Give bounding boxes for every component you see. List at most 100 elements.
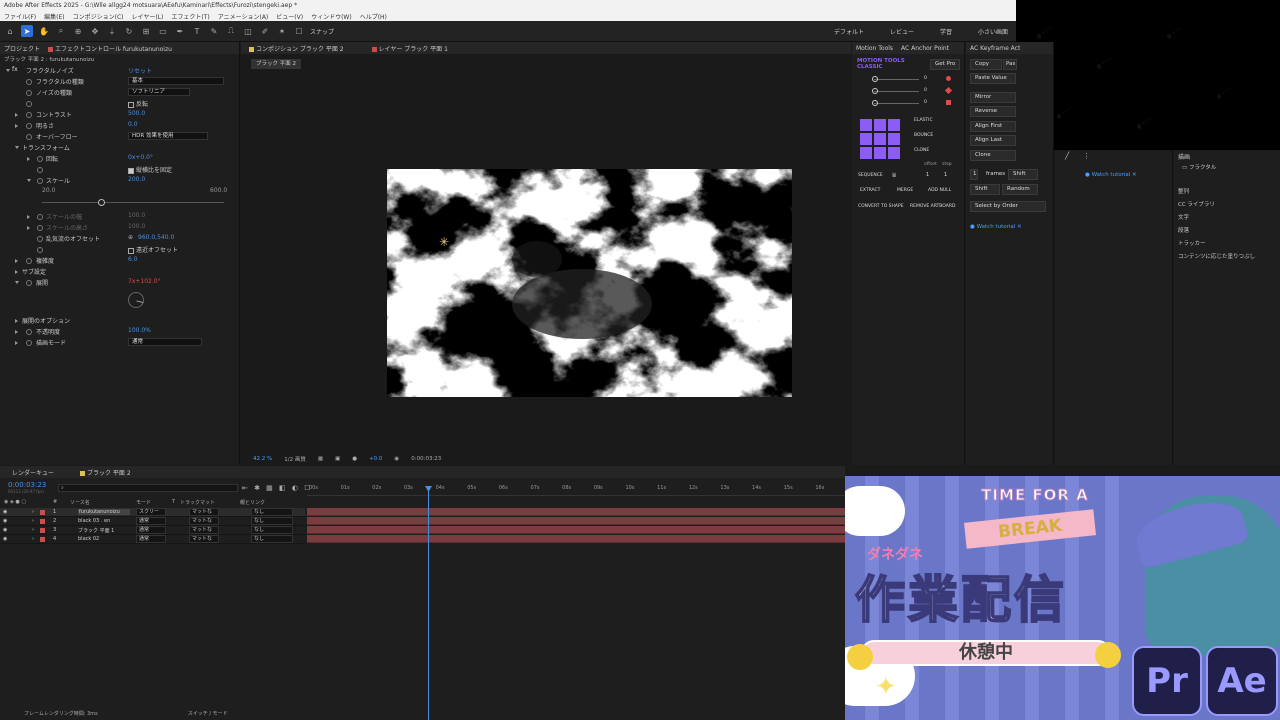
menu-edit[interactable]: 編集(E) bbox=[44, 12, 64, 21]
snap-label[interactable]: スナップ bbox=[310, 27, 334, 36]
menu-animation[interactable]: アニメーション(A) bbox=[218, 12, 269, 21]
stopwatch-icon[interactable] bbox=[37, 178, 43, 184]
workspace-default[interactable]: デフォルト bbox=[834, 27, 864, 36]
layer-row[interactable]: ◉ › 4 black 02 通常 マットな なし bbox=[0, 535, 305, 544]
prop-evolution-options[interactable]: 展開のオプション bbox=[0, 316, 232, 327]
twirl-icon[interactable] bbox=[15, 113, 18, 117]
panel-align[interactable]: 整列 bbox=[1178, 186, 1255, 199]
zoom-tool-icon[interactable]: ⌕ bbox=[55, 25, 67, 37]
stopwatch-icon[interactable] bbox=[26, 101, 32, 107]
selection-tool-icon[interactable]: ➤ bbox=[21, 25, 33, 37]
anchor-cell[interactable] bbox=[888, 119, 900, 131]
stopwatch-icon[interactable] bbox=[26, 90, 32, 96]
extract-button[interactable]: EXTRACT bbox=[860, 188, 880, 193]
twirl-icon[interactable] bbox=[15, 281, 19, 284]
snapshot-icon[interactable]: ◉ bbox=[394, 456, 399, 462]
rotate-tool-icon[interactable]: ↻ bbox=[123, 25, 135, 37]
anchor-cell[interactable] bbox=[860, 119, 872, 131]
anchor-cell[interactable] bbox=[874, 119, 886, 131]
snap-icon[interactable]: ☐ bbox=[293, 25, 305, 37]
workspace-learn[interactable]: 学習 bbox=[940, 27, 952, 36]
shift-button-2[interactable]: Shift bbox=[970, 184, 1000, 195]
bounce-button[interactable]: BOUNCE bbox=[914, 133, 933, 138]
layer-mode-select[interactable]: 通常 bbox=[136, 517, 166, 525]
get-pro-button[interactable]: Get Pro bbox=[930, 59, 961, 70]
anchor-cell[interactable] bbox=[860, 147, 872, 159]
home-icon[interactable]: ⌂ bbox=[4, 25, 16, 37]
tab-render-queue[interactable]: レンダーキュー bbox=[12, 468, 54, 477]
stopwatch-icon[interactable] bbox=[26, 134, 32, 140]
stopwatch-icon[interactable] bbox=[26, 280, 32, 286]
prop-transform[interactable]: トランスフォーム bbox=[0, 143, 232, 154]
timeline-switch-icons[interactable]: ⇤ ✱ ▦ ◧ ◐ ☐ bbox=[242, 484, 312, 492]
comp-viewer[interactable]: ✳ bbox=[387, 169, 792, 397]
anchor-cell[interactable] bbox=[874, 147, 886, 159]
layer-name[interactable]: black 03 . en bbox=[78, 518, 130, 524]
library-header-label[interactable]: 描画 bbox=[1178, 152, 1190, 161]
shift-button-1[interactable]: Shift bbox=[1008, 169, 1038, 180]
remove-artboard-button[interactable]: REMOVE ARTBOARD bbox=[910, 204, 955, 209]
twirl-icon[interactable] bbox=[15, 259, 18, 263]
label-color[interactable] bbox=[40, 519, 45, 524]
twirl-icon[interactable] bbox=[15, 124, 18, 128]
twirl-icon[interactable]: › bbox=[32, 536, 34, 542]
panel-content-aware-fill[interactable]: コンテンツに応じた塗りつぶし bbox=[1178, 251, 1255, 264]
complexity-value[interactable]: 6.0 bbox=[128, 256, 138, 263]
twirl-icon[interactable] bbox=[15, 330, 18, 334]
contrast-value[interactable]: 500.0 bbox=[128, 110, 145, 117]
timeline-timecode[interactable]: 0:00:03:23 bbox=[8, 481, 46, 489]
layer-bar[interactable] bbox=[307, 535, 845, 543]
perspective-offset-checkbox[interactable] bbox=[128, 247, 134, 254]
resolution-select[interactable]: 1/2 画質 bbox=[284, 455, 306, 463]
twirl-icon[interactable] bbox=[27, 157, 30, 161]
layer-row[interactable]: ◉ › 2 black 03 . en 通常 マットな なし bbox=[0, 517, 305, 526]
layer-matte-select[interactable]: マットな bbox=[189, 517, 219, 525]
paste-value-button[interactable]: Paste Value bbox=[970, 73, 1016, 84]
layer-parent-select[interactable]: なし bbox=[251, 535, 293, 543]
brush-tool-icon[interactable]: ✎ bbox=[208, 25, 220, 37]
clone-button[interactable]: CLONE bbox=[914, 148, 929, 153]
sequence-icon[interactable]: ⩸ bbox=[892, 171, 896, 180]
rectangle-tool-icon[interactable]: ▭ bbox=[157, 25, 169, 37]
twirl-icon[interactable] bbox=[27, 179, 31, 182]
stopwatch-icon[interactable] bbox=[26, 112, 32, 118]
step-value[interactable]: 1 bbox=[944, 172, 947, 178]
layer-matte-select[interactable]: マットな bbox=[189, 526, 219, 534]
stopwatch-icon[interactable] bbox=[37, 156, 43, 162]
menu-effect[interactable]: エフェクト(T) bbox=[171, 12, 209, 21]
library-item-fractal[interactable]: ▭ フラクタル bbox=[1174, 162, 1280, 172]
panel-paragraph[interactable]: 段落 bbox=[1178, 225, 1255, 238]
slider-track[interactable] bbox=[874, 103, 919, 104]
twirl-icon[interactable] bbox=[27, 226, 30, 230]
elastic-button[interactable]: ELASTIC bbox=[914, 118, 933, 123]
stopwatch-icon[interactable] bbox=[37, 225, 43, 231]
channel-icon[interactable]: ● bbox=[352, 456, 357, 462]
blending-mode-select[interactable]: 通常 bbox=[128, 338, 202, 346]
tab-composition[interactable]: コンポジション ブラック 平面 2 bbox=[249, 44, 344, 53]
roto-brush-icon[interactable]: ✐ bbox=[259, 25, 271, 37]
layer-bar[interactable] bbox=[307, 526, 845, 534]
tab-timeline-comp[interactable]: ブラック 平面 2 bbox=[80, 468, 131, 477]
toggle-switches-modes[interactable]: スイッチ / モード bbox=[188, 710, 228, 720]
reverse-button[interactable]: Reverse bbox=[970, 106, 1016, 117]
stopwatch-icon[interactable] bbox=[37, 247, 43, 253]
type-tool-icon[interactable]: T bbox=[191, 25, 203, 37]
hand-tool-icon[interactable]: ✋ bbox=[38, 25, 50, 37]
slider-track[interactable] bbox=[874, 91, 919, 92]
layer-parent-select[interactable]: なし bbox=[251, 508, 293, 516]
copy-button[interactable]: Copy bbox=[970, 59, 1002, 70]
reset-link[interactable]: リセット bbox=[128, 66, 152, 75]
panel-cc-libraries[interactable]: CC ライブラリ bbox=[1178, 199, 1255, 212]
eye-icon[interactable]: ◉ bbox=[3, 536, 7, 542]
watch-tutorial-link[interactable]: ● Watch tutorial ✕ bbox=[970, 224, 1022, 230]
turbulence-offset-value[interactable]: 960.0,540.0 bbox=[138, 234, 174, 241]
prop-fractal-noise[interactable]: fx フラクタルノイズ リセット bbox=[0, 66, 232, 77]
layer-parent-select[interactable]: なし bbox=[251, 526, 293, 534]
layer-bar[interactable] bbox=[307, 517, 845, 525]
add-null-button[interactable]: ADD NULL bbox=[928, 188, 951, 193]
grid-icon[interactable]: ▦ bbox=[318, 456, 323, 462]
uniform-scaling-checkbox[interactable] bbox=[128, 167, 134, 174]
orbit-tool-icon[interactable]: ⊕ bbox=[72, 25, 84, 37]
prop-sub-settings[interactable]: サブ設定 bbox=[0, 267, 232, 278]
evolution-value[interactable]: 7x+102.0° bbox=[128, 278, 161, 285]
